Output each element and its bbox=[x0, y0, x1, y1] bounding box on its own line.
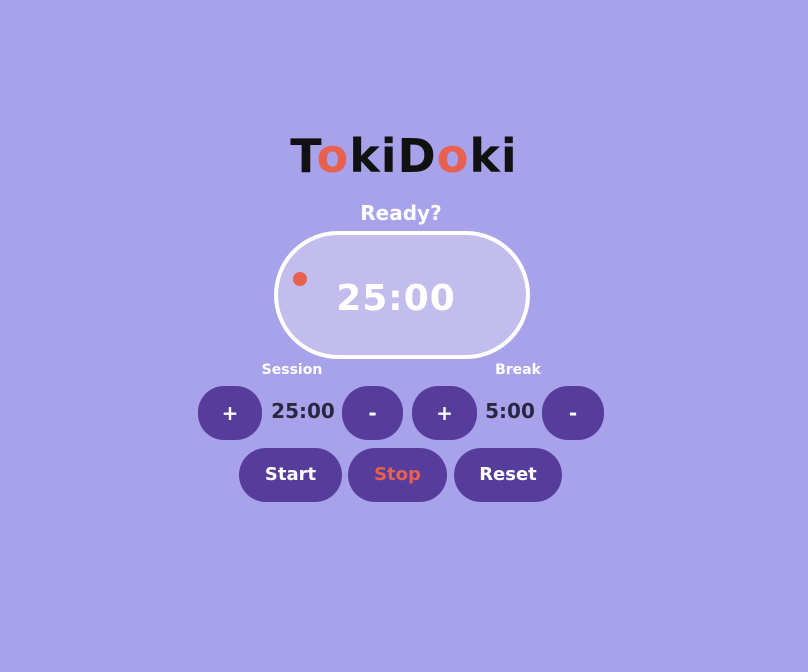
break-label: Break bbox=[495, 362, 541, 378]
break-increment-button[interactable]: + bbox=[412, 386, 477, 440]
reset-button[interactable]: Reset bbox=[454, 448, 562, 502]
timer-display: 25:00 bbox=[274, 231, 530, 359]
start-button[interactable]: Start bbox=[239, 448, 342, 502]
session-length-value: 25:00 bbox=[271, 399, 335, 423]
session-decrement-button[interactable]: - bbox=[342, 386, 403, 440]
break-length-value: 5:00 bbox=[485, 399, 535, 423]
logo-letter-accent: o bbox=[316, 129, 350, 183]
status-text: Ready? bbox=[360, 201, 442, 225]
logo-letter: ki bbox=[469, 129, 518, 183]
break-decrement-button[interactable]: - bbox=[542, 386, 604, 440]
timer-time: 25:00 bbox=[336, 278, 456, 319]
logo-letter: T bbox=[290, 129, 317, 183]
logo-letter: ki bbox=[349, 129, 398, 183]
session-label: Session bbox=[261, 362, 323, 378]
logo-letter: D bbox=[397, 129, 437, 183]
stop-button[interactable]: Stop bbox=[348, 448, 447, 502]
logo-letter-accent: o bbox=[436, 129, 470, 183]
session-increment-button[interactable]: + bbox=[198, 386, 262, 440]
app-logo: TokiDoki bbox=[0, 128, 808, 184]
